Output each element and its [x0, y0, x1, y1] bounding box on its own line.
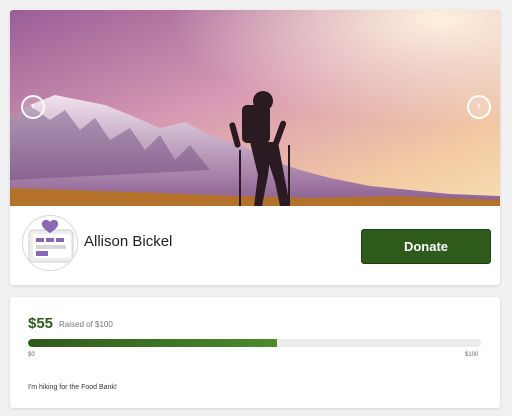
fundraiser-name: Allison Bickel — [84, 233, 173, 250]
fundraiser-card: ‹ › Allison Bickel Donate — [10, 10, 500, 285]
carousel-next-button[interactable]: › — [467, 95, 491, 119]
hero-image-carousel[interactable]: ‹ › — [10, 10, 500, 206]
progress-fill — [28, 339, 278, 347]
progress-min-label: $0 — [28, 352, 35, 358]
chevron-right-icon: › — [476, 99, 482, 114]
fundraiser-header: Allison Bickel Donate — [10, 206, 500, 285]
fundraiser-story: I'm hiking for the Food Bank! — [28, 384, 117, 391]
raised-goal-text: Raised of $100 — [59, 320, 113, 329]
hiker-photo — [10, 10, 500, 206]
raised-amount: $55 — [28, 315, 54, 332]
donate-button[interactable]: Donate — [361, 229, 491, 264]
donation-card-icon — [28, 219, 74, 263]
avatar — [22, 215, 78, 271]
progress-max-label: $100 — [465, 352, 479, 358]
progress-card: $55 Raised of $100 $0 $100 I'm hiking fo… — [10, 297, 500, 408]
progress-bar — [28, 339, 481, 347]
carousel-prev-button[interactable]: ‹ — [21, 95, 45, 119]
chevron-left-icon: ‹ — [30, 99, 36, 114]
